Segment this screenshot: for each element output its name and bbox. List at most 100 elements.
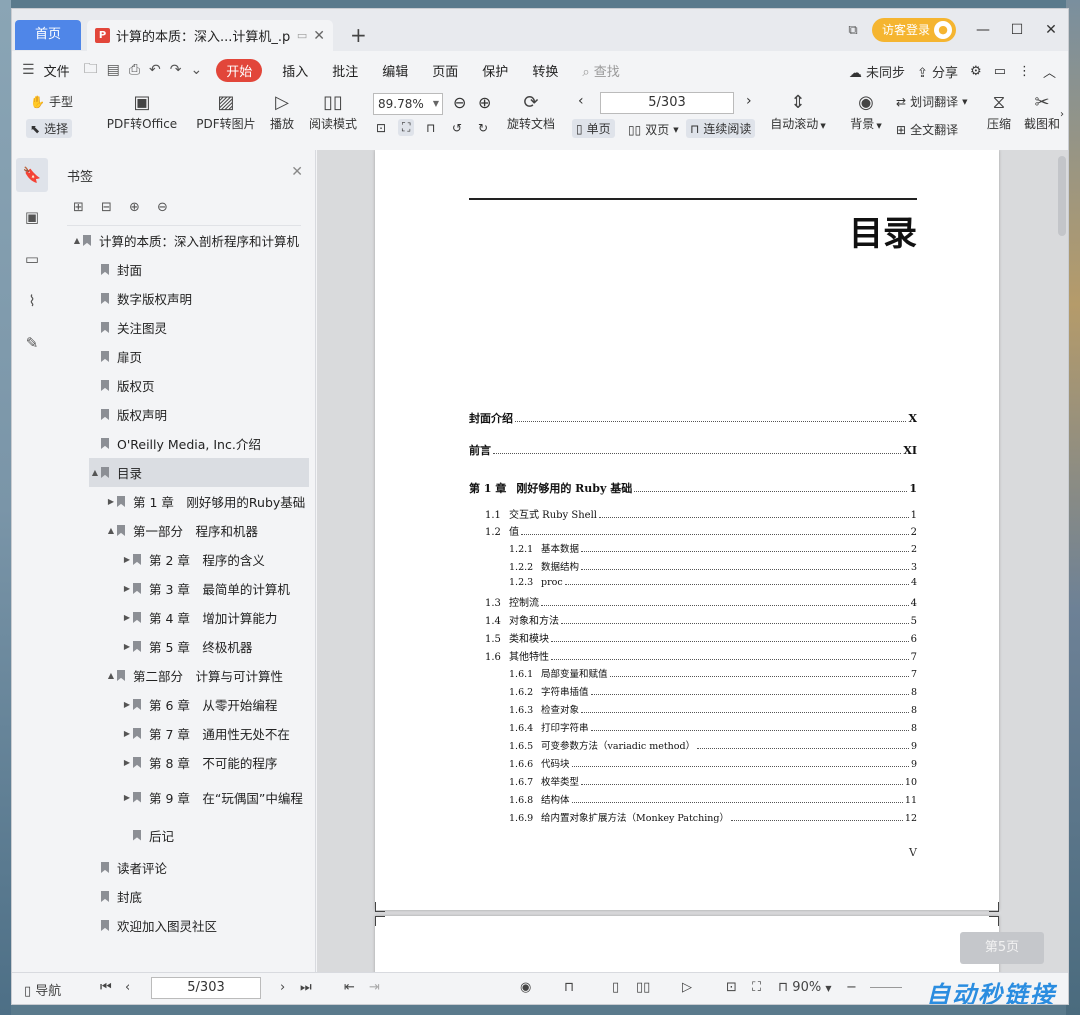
comment-icon[interactable]: ▭: [994, 64, 1006, 79]
toc-entry[interactable]: 1.6.6 代码块 9: [469, 756, 917, 770]
rotate-document-button[interactable]: ⟳ 旋转文档: [503, 91, 559, 132]
sync-button[interactable]: ☁ 未同步: [849, 62, 905, 81]
prev-page-icon[interactable]: ‹: [578, 93, 584, 109]
expand-arrow-icon[interactable]: ▶: [121, 555, 133, 564]
new-tab-button[interactable]: +: [350, 23, 367, 47]
page-number-input[interactable]: 5/303: [600, 92, 734, 114]
toc-entry[interactable]: 1.6.4 打印字符串 8: [469, 720, 917, 734]
home-tab[interactable]: 首页: [15, 20, 81, 50]
minimize-icon[interactable]: —: [966, 22, 1000, 38]
bookmark-item[interactable]: ▶ 第 6 章 从零开始编程: [121, 690, 277, 719]
zoom-in-icon[interactable]: ⊕: [478, 93, 491, 112]
zoom-select[interactable]: 89.78% ▼: [373, 93, 443, 115]
menu-edit[interactable]: 编辑: [382, 61, 408, 80]
toc-entry[interactable]: 1.6 其他特性 7: [469, 648, 917, 663]
bookmark-item[interactable]: 扉页: [89, 342, 142, 371]
expand-arrow-icon[interactable]: ▶: [121, 584, 133, 593]
bookmark-item[interactable]: ▶ 第 4 章 增加计算能力: [121, 603, 277, 632]
search-button[interactable]: ⌕ 查找: [582, 61, 619, 80]
menu-protect[interactable]: 保护: [482, 61, 508, 80]
save-icon[interactable]: ▤: [107, 62, 120, 78]
zoom-out-icon[interactable]: ⊖: [453, 93, 466, 112]
close-window-icon[interactable]: ✕: [1034, 22, 1068, 38]
toc-entry[interactable]: 1.6.1 局部变量和赋值 7: [469, 666, 917, 680]
maximize-icon[interactable]: ☐: [1000, 22, 1034, 38]
collapse-arrow-icon[interactable]: ▲: [71, 236, 83, 245]
document-tab[interactable]: P 计算的本质：深入...计算机_.pdf ▭ ✕: [87, 20, 333, 51]
collapse-arrow-icon[interactable]: ▲: [89, 468, 101, 477]
file-menu[interactable]: 文件: [44, 61, 70, 80]
toc-entry[interactable]: 1.4 对象和方法 5: [469, 612, 917, 627]
toc-entry[interactable]: 1.6.8 结构体 11: [469, 792, 917, 806]
expand-arrow-icon[interactable]: ▶: [121, 613, 133, 622]
bookmark-item[interactable]: 欢迎加入图灵社区: [89, 911, 217, 940]
next-page-icon[interactable]: ›: [280, 980, 285, 995]
last-page-icon[interactable]: ⏭: [300, 980, 312, 995]
auto-scroll-button[interactable]: ⇕ 自动滚动 ▼: [768, 91, 828, 132]
collapse-icon[interactable]: ︿: [1043, 62, 1056, 81]
chevron-down-icon[interactable]: ⌄: [190, 62, 202, 78]
fit-page-icon[interactable]: ⛶: [752, 980, 761, 995]
print-icon[interactable]: ⎙: [129, 62, 140, 78]
pdf-to-office-button[interactable]: ▣ PDF转Office: [102, 91, 182, 132]
expand-arrow-icon[interactable]: ▶: [121, 758, 133, 767]
pdf-to-image-button[interactable]: ▨ PDF转图片: [195, 91, 257, 132]
hand-tool[interactable]: ✋ 手型: [30, 93, 73, 110]
zoom-out-icon[interactable]: −: [846, 980, 857, 995]
single-page-icon[interactable]: ▯: [612, 980, 619, 995]
double-page-icon[interactable]: ▯▯: [636, 980, 650, 995]
toc-entry[interactable]: 1.6.2 字符串插值 8: [469, 684, 917, 698]
bookmark-item[interactable]: ▲ 目录: [89, 458, 309, 487]
redo-icon[interactable]: ↷: [170, 62, 182, 78]
start-tab[interactable]: 开始: [216, 58, 263, 82]
bookmark-item[interactable]: 关注图灵: [89, 313, 167, 342]
zoom-slider[interactable]: [870, 987, 902, 988]
zoom-select[interactable]: ⊓ 90% ▼: [778, 980, 832, 995]
signature-icon[interactable]: ✎: [16, 326, 48, 360]
bookmark-item[interactable]: ▶ 第 8 章 不可能的程序: [121, 748, 277, 777]
toc-entry[interactable]: 1.6.7 枚举类型 10: [469, 774, 917, 788]
toolbar-scroll-right-icon[interactable]: ›: [1060, 109, 1064, 120]
full-translate-button[interactable]: ⊞ 全文翻译: [896, 121, 958, 138]
next-page-icon[interactable]: ›: [746, 93, 752, 109]
toc-entry[interactable]: 1.3 控制流 4: [469, 594, 917, 609]
bookmark-item[interactable]: ▶ 第 9 章 在“玩偶国”中编程: [121, 777, 303, 817]
actual-size-icon[interactable]: ⊡: [726, 980, 737, 995]
expand-arrow-icon[interactable]: ▶: [105, 497, 117, 506]
close-tab-icon[interactable]: ✕: [313, 28, 325, 44]
bookmark-item[interactable]: 版权页: [89, 371, 155, 400]
settings-icon[interactable]: ⚙: [970, 64, 982, 79]
fit-page-icon[interactable]: ⛶: [398, 119, 415, 136]
status-page-input[interactable]: 5/303: [151, 977, 261, 999]
share-button[interactable]: ⇪ 分享: [917, 62, 958, 81]
play-button[interactable]: ▷ 播放: [264, 91, 300, 132]
rotate-left-icon[interactable]: ↺: [452, 121, 462, 135]
bookmark-item[interactable]: ▶ 第 5 章 终极机器: [121, 632, 252, 661]
toc-entry[interactable]: 第 1 章刚好够用的 Ruby 基础 1: [469, 480, 917, 496]
menu-convert[interactable]: 转换: [532, 61, 558, 80]
expand-arrow-icon[interactable]: ▶: [121, 793, 133, 802]
vertical-scrollbar[interactable]: [1058, 156, 1066, 236]
menu-page[interactable]: 页面: [432, 61, 458, 80]
toc-entry[interactable]: 1.2.1 基本数据 2: [469, 541, 917, 555]
guest-login-button[interactable]: 访客登录 ●: [871, 18, 956, 42]
thumbnail-icon[interactable]: ▣: [16, 200, 48, 234]
prev-page-icon[interactable]: ‹: [125, 980, 130, 995]
collapse-all-icon[interactable]: ⊟: [101, 200, 112, 215]
collapse-arrow-icon[interactable]: ▲: [105, 671, 117, 680]
toc-entry[interactable]: 1.2 值 2: [469, 523, 917, 538]
bookmark-item[interactable]: O'Reilly Media, Inc.介绍: [89, 429, 261, 458]
read-mode-button[interactable]: ▯▯ 阅读模式: [306, 91, 360, 132]
more-icon[interactable]: ⋮: [1018, 64, 1031, 79]
bookmark-item[interactable]: 读者评论: [89, 853, 167, 882]
window-mode-icon[interactable]: ▭: [297, 29, 307, 42]
bookmark-item[interactable]: 版权声明: [89, 400, 167, 429]
first-page-icon[interactable]: ⏮: [100, 980, 112, 995]
compress-button[interactable]: ⧖ 压缩: [982, 91, 1016, 132]
fit-width-icon[interactable]: ⊓: [426, 121, 435, 135]
rotate-right-icon[interactable]: ↻: [478, 121, 488, 135]
continuous-icon[interactable]: ⊓: [564, 980, 574, 995]
bookmark-item[interactable]: 数字版权声明: [89, 284, 192, 313]
bookmark-item[interactable]: ▶ 第 1 章 刚好够用的Ruby基础: [105, 487, 305, 516]
expand-arrow-icon[interactable]: ▶: [121, 700, 133, 709]
